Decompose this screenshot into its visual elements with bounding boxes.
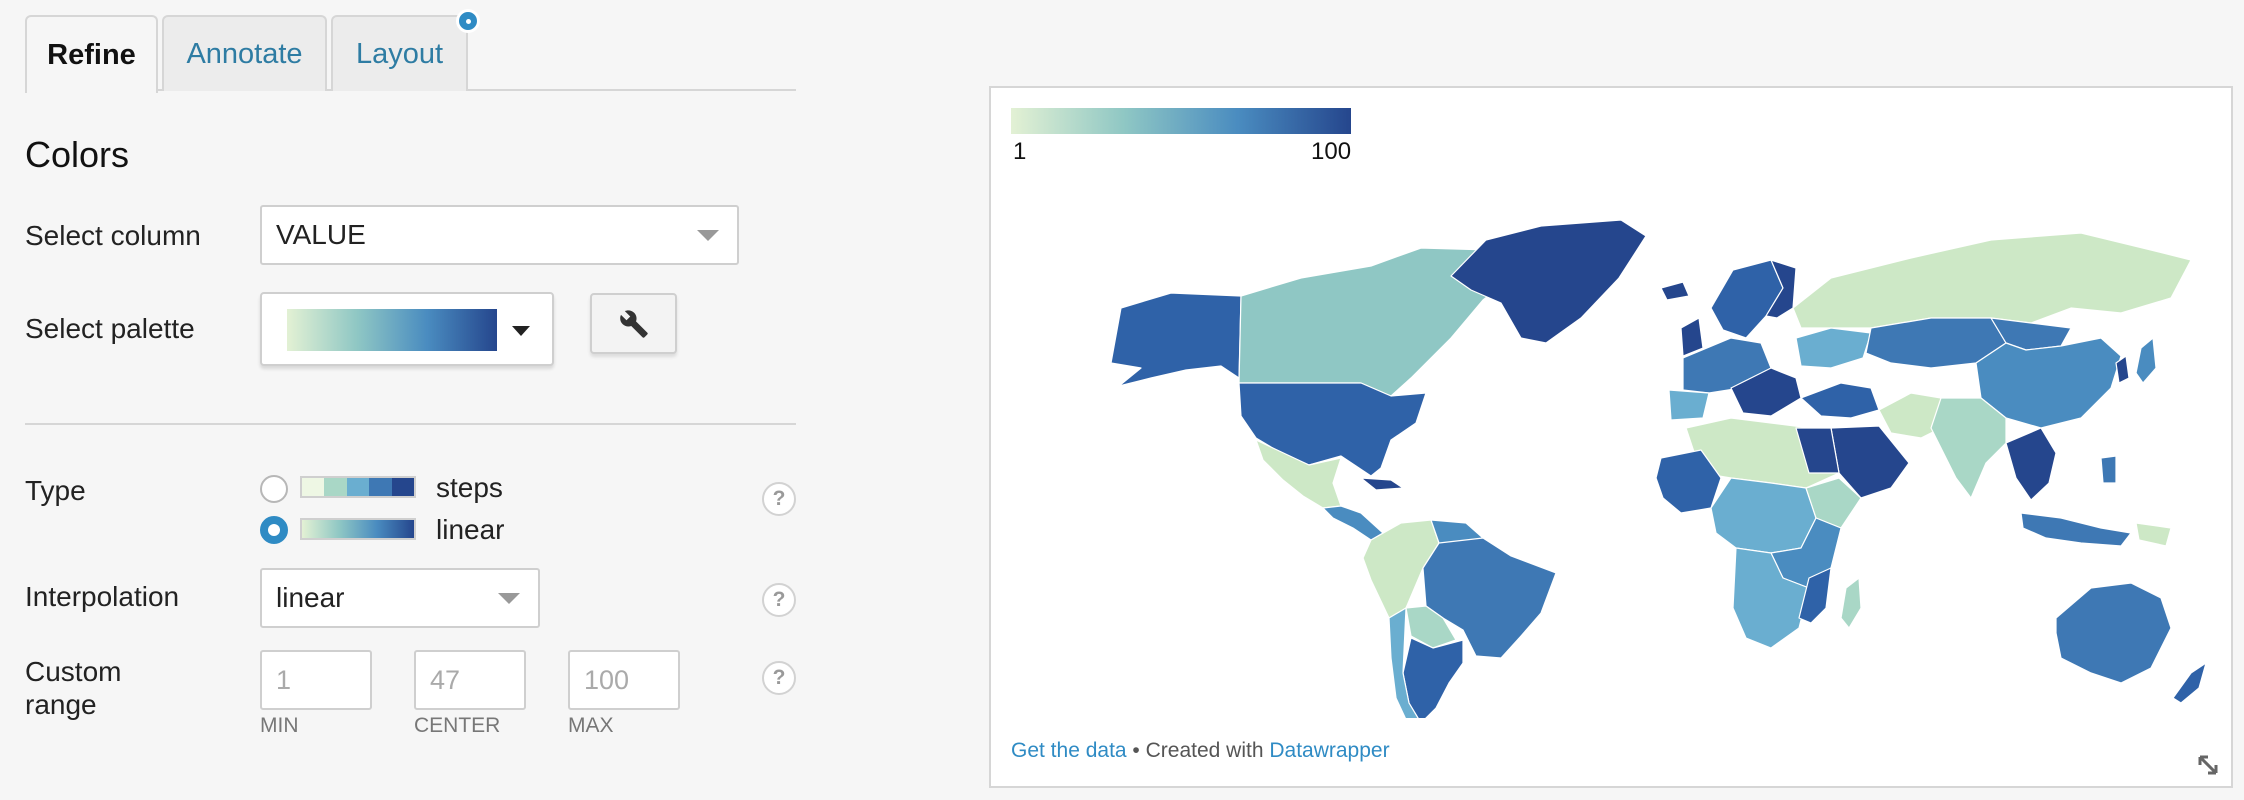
- chevron-down-icon: [498, 593, 520, 604]
- map-region: [1402, 637, 1464, 718]
- map-region: [2135, 337, 2157, 384]
- map-region: [2005, 427, 2057, 501]
- select-column-label: Select column: [25, 220, 201, 251]
- steps-swatch: [300, 476, 416, 498]
- interpolation-dropdown[interactable]: linear: [260, 568, 540, 628]
- map-region: [1360, 477, 1404, 491]
- type-steps-label[interactable]: steps: [436, 472, 503, 504]
- help-icon[interactable]: ?: [762, 583, 796, 617]
- map-region: [1660, 281, 1690, 301]
- map-region: [2100, 455, 2117, 484]
- custom-range-label-line1: Custom: [25, 656, 122, 687]
- customize-palette-button[interactable]: [590, 293, 677, 354]
- type-linear-label[interactable]: linear: [436, 514, 504, 546]
- map-preview: 1 100 Get the data • Created with Datawr…: [989, 86, 2233, 788]
- world-choropleth-map[interactable]: [1071, 178, 2221, 718]
- map-region: [1800, 382, 1880, 419]
- map-region: [1930, 397, 2007, 499]
- tab-annotate[interactable]: Annotate: [162, 15, 327, 91]
- map-region: [1795, 327, 1872, 369]
- tab-bar: Refine Annotate Layout: [25, 9, 796, 93]
- help-icon[interactable]: ?: [762, 661, 796, 695]
- map-region: [1710, 259, 1784, 339]
- map-region: [1322, 505, 1384, 541]
- type-steps-radio[interactable]: [260, 475, 288, 503]
- custom-range-label: Custom range: [25, 655, 121, 721]
- map-region: [2020, 512, 2132, 547]
- range-max-caption: MAX: [568, 714, 614, 737]
- range-min-caption: MIN: [260, 714, 299, 737]
- map-region: [2172, 662, 2207, 704]
- linear-swatch: [300, 518, 416, 540]
- range-min-input[interactable]: [260, 650, 372, 710]
- type-linear-radio[interactable]: [260, 516, 288, 544]
- footer-separator: • Created with: [1126, 739, 1270, 762]
- palette-dropdown[interactable]: [260, 292, 554, 366]
- map-region: [1680, 317, 1704, 357]
- range-center-caption: CENTER: [414, 714, 501, 737]
- palette-gradient-swatch: [287, 309, 497, 351]
- notification-dot: [456, 9, 480, 33]
- resize-icon[interactable]: [2197, 754, 2219, 776]
- tab-refine[interactable]: Refine: [25, 15, 158, 93]
- range-max-input[interactable]: [568, 650, 680, 710]
- legend-max-label: 100: [1311, 138, 1352, 165]
- section-heading-colors: Colors: [25, 134, 130, 175]
- range-center-input[interactable]: [414, 650, 526, 710]
- select-palette-label: Select palette: [25, 313, 195, 344]
- caret-down-icon: [512, 326, 530, 336]
- interpolation-value: linear: [276, 582, 345, 613]
- map-region: [2055, 582, 2172, 684]
- map-region: [1668, 389, 1710, 421]
- type-label: Type: [25, 475, 86, 506]
- interpolation-label: Interpolation: [25, 581, 180, 612]
- tab-layout-label: Layout: [355, 37, 444, 70]
- legend-gradient: [1011, 108, 1351, 134]
- legend-min-label: 1: [1013, 138, 1027, 165]
- map-region: [2135, 522, 2172, 547]
- get-data-link[interactable]: Get the data: [1011, 739, 1127, 762]
- tab-layout[interactable]: Layout: [331, 9, 480, 91]
- map-region: [1450, 219, 1647, 344]
- map-region: [1840, 577, 1862, 629]
- select-column-dropdown[interactable]: VALUE: [260, 205, 739, 265]
- custom-range-label-line2: range: [25, 689, 97, 720]
- attribution-footer: Get the data • Created with Datawrapper: [1011, 739, 1390, 763]
- map-region: [1710, 477, 1817, 554]
- select-column-value: VALUE: [276, 219, 366, 250]
- help-icon[interactable]: ?: [762, 482, 796, 516]
- section-divider: [25, 423, 796, 425]
- map-region: [1792, 232, 2192, 329]
- wrench-icon: [619, 309, 648, 338]
- chevron-down-icon: [697, 230, 719, 241]
- map-region: [1110, 292, 1242, 387]
- datawrapper-link[interactable]: Datawrapper: [1269, 739, 1389, 762]
